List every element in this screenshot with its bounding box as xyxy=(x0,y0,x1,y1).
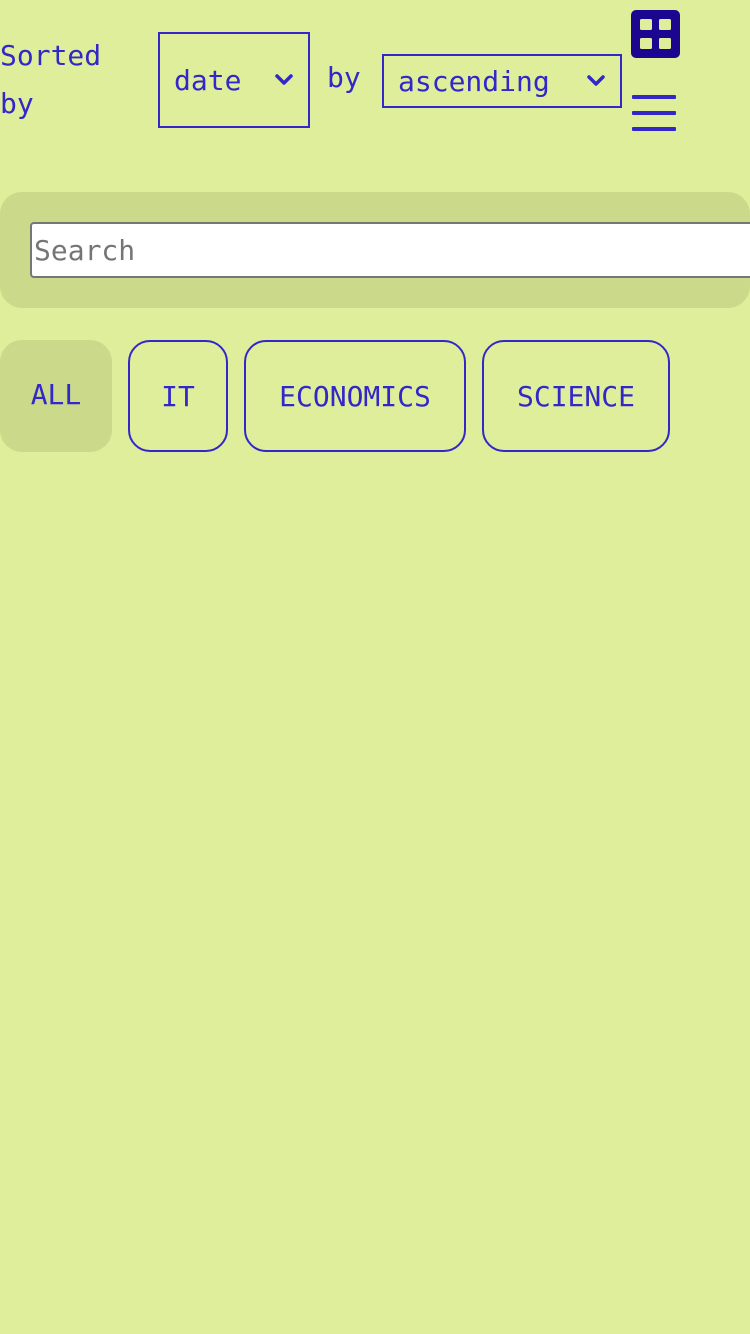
sort-order-select[interactable]: ascending xyxy=(382,54,622,108)
chevron-down-icon xyxy=(275,74,293,85)
hamburger-menu-icon[interactable] xyxy=(632,94,676,134)
chevron-down-icon xyxy=(587,75,605,86)
search-input[interactable] xyxy=(30,222,750,278)
filter-chip-label: SCIENCE xyxy=(516,379,635,413)
sort-field-select[interactable]: date xyxy=(158,32,310,128)
filter-chip-label: ECONOMICS xyxy=(279,379,431,413)
filter-chip-label: ALL xyxy=(30,377,82,411)
filter-chip-science[interactable]: SCIENCE xyxy=(482,340,670,452)
filter-chip-all[interactable]: ALL xyxy=(0,340,112,452)
grid-view-icon[interactable] xyxy=(631,10,680,58)
filter-chip-economics[interactable]: ECONOMICS xyxy=(244,340,466,452)
sort-by-label: by xyxy=(327,61,361,94)
sort-field-value: date xyxy=(174,63,242,97)
sort-prefix-label: Sorted by xyxy=(0,39,102,120)
filter-chip-it[interactable]: IT xyxy=(128,340,228,452)
filter-chip-label: IT xyxy=(161,379,195,413)
search-bar-container xyxy=(0,192,750,308)
sort-order-value: ascending xyxy=(398,64,550,98)
